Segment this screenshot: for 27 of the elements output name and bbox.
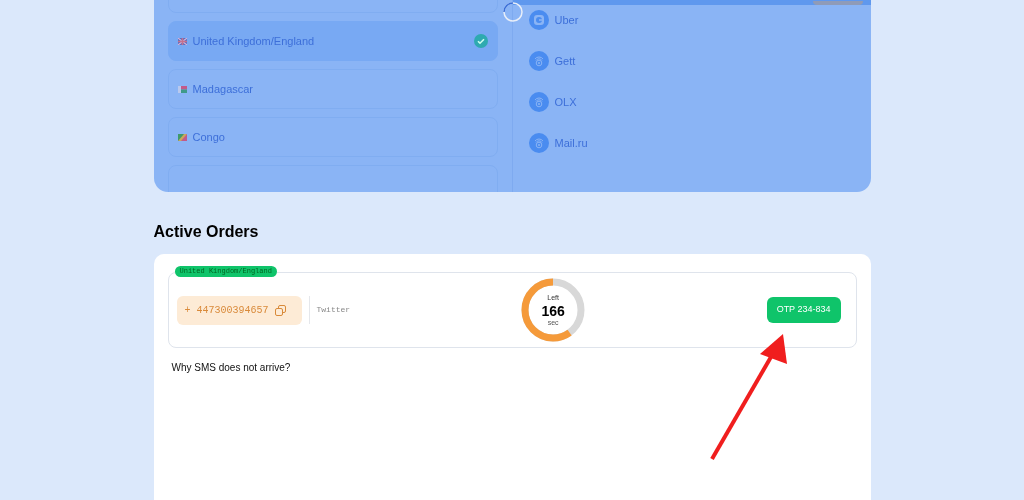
flag-icon [177,37,187,45]
service-item[interactable]: Mail.ru [528,133,871,153]
service-item[interactable]: Gett [528,51,871,71]
country-name: Madagascar [192,81,254,97]
country-item[interactable]: Congo [167,117,498,157]
service-icon [528,133,549,153]
timer-value: 166 [541,303,565,320]
country-name: Congo [192,129,225,145]
phone-field[interactable]: + 447300394657 [176,295,302,325]
service-icon [528,10,549,30]
check-icon [473,34,488,48]
service-icon [528,51,549,71]
otp-button[interactable]: OTP 234-834 [766,297,841,323]
help-link[interactable]: Why SMS does not arrive? [171,362,291,373]
country-item[interactable]: Madagascar [167,69,498,109]
header-button[interactable] [812,1,863,5]
copy-icon[interactable] [274,304,286,316]
flag-icon [177,85,187,93]
flag-icon [177,133,187,141]
service-item[interactable]: OLX [528,92,871,112]
service-label: Twitter [316,304,351,316]
country-name: United Kingdom/England [192,33,315,49]
country-item[interactable]: United Kingdom/England [167,21,498,61]
section-title: Active Orders [153,222,260,242]
loading-spinner-icon [501,1,524,23]
service-item[interactable]: Uber [528,10,871,30]
service-icon [528,92,549,112]
